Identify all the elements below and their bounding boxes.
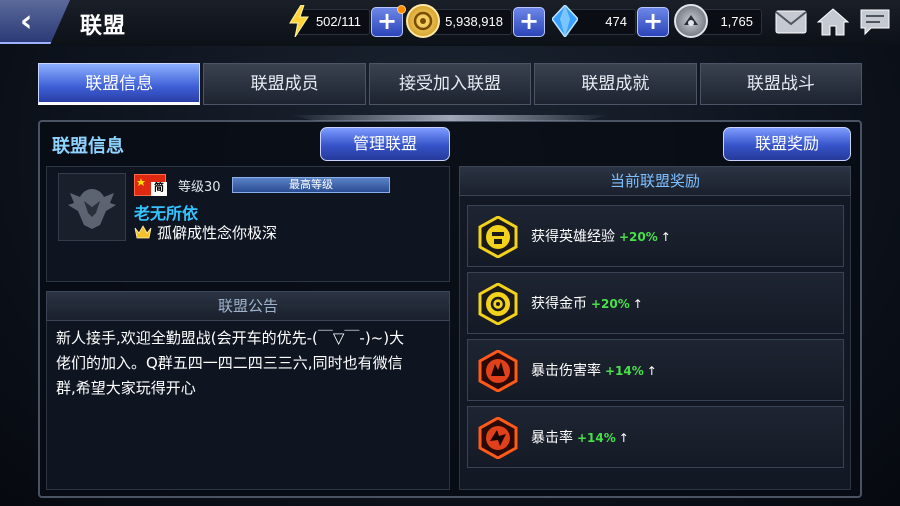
rewards-header: 当前联盟奖励: [459, 166, 851, 196]
gold-coin-icon: [477, 282, 519, 326]
up-arrow-icon: ↑: [646, 364, 657, 378]
hero-xp-icon: [477, 215, 519, 259]
mail-icon[interactable]: [774, 6, 808, 38]
crit-rate-icon: [477, 416, 519, 460]
chat-icon[interactable]: [858, 6, 892, 38]
gold-coin-icon: [406, 4, 440, 38]
eagle-emblem-icon: [68, 189, 116, 229]
stamina-value: 1,765: [720, 14, 753, 29]
tab-alliance-achievements[interactable]: 联盟成就: [534, 63, 697, 105]
reward-value: +20%: [591, 297, 630, 311]
announcement-header: 联盟公告: [46, 291, 450, 321]
reward-name: 获得金币: [531, 296, 587, 312]
up-arrow-icon: ↑: [618, 431, 629, 445]
tab-alliance-members[interactable]: 联盟成员: [203, 63, 366, 105]
reward-crit-rate: 暴击率 +14% ↑: [467, 406, 844, 468]
gold-value: 5,938,918: [445, 14, 503, 29]
add-gold-button[interactable]: +: [513, 7, 545, 37]
up-arrow-icon: ↑: [660, 230, 671, 244]
language-badge: 简: [151, 182, 167, 196]
crown-icon: [134, 224, 152, 239]
reward-label: 暴击率 +14% ↑: [531, 427, 629, 447]
tab-alliance-info[interactable]: 联盟信息: [38, 63, 201, 105]
level-progress-bar: 最高等级: [232, 177, 390, 193]
reward-value: +14%: [577, 431, 616, 445]
energy-value: 502/111: [315, 14, 361, 29]
reward-label: 暴击伤害率 +14% ↑: [531, 360, 657, 380]
up-arrow-icon: ↑: [632, 297, 643, 311]
reward-name: 暴击率: [531, 430, 573, 446]
leader-name: 孤僻成性念你极深: [157, 224, 278, 242]
reward-hero-xp: 获得英雄经验 +20% ↑: [467, 205, 844, 267]
reward-label: 获得金币 +20% ↑: [531, 293, 643, 313]
tab-accept-join[interactable]: 接受加入联盟: [368, 63, 532, 105]
reward-value: +20%: [619, 230, 658, 244]
reward-crit-damage: 暴击伤害率 +14% ↑: [467, 339, 844, 401]
add-crystal-button[interactable]: +: [637, 7, 669, 37]
announcement-text: 新人接手,欢迎全勤盟战(会开车的优先-(￣▽￣-)~)大 佬们的加入。Q群五四一…: [56, 329, 405, 397]
crit-damage-icon: [477, 349, 519, 393]
notification-dot: [397, 5, 406, 14]
alliance-emblem: [58, 173, 126, 241]
reward-gold: 获得金币 +20% ↑: [467, 272, 844, 334]
alliance-name: 老无所依: [134, 204, 199, 223]
reward-label: 获得英雄经验 +20% ↑: [531, 226, 671, 246]
stamina-icon: [674, 4, 708, 38]
reward-value: +14%: [605, 364, 644, 378]
home-icon[interactable]: [816, 6, 850, 38]
alliance-level: 等级30: [178, 180, 221, 195]
crystal-value: 474: [605, 14, 627, 29]
section-title: 联盟信息: [52, 136, 124, 157]
alliance-rewards-button[interactable]: 联盟奖励: [723, 127, 851, 161]
blue-crystal-icon: [548, 4, 582, 38]
reward-name: 暴击伤害率: [531, 363, 601, 379]
energy-bolt-icon: [286, 4, 312, 38]
reward-name: 获得英雄经验: [531, 229, 615, 245]
page-title: 联盟: [80, 14, 127, 39]
chevron-left-icon: ‹: [20, 4, 33, 39]
tab-bar: 联盟信息 联盟成员 接受加入联盟 联盟成就 联盟战斗: [38, 63, 863, 105]
panel-divider: [290, 115, 610, 121]
manage-alliance-button[interactable]: 管理联盟: [320, 127, 450, 161]
tab-alliance-battle[interactable]: 联盟战斗: [699, 63, 863, 105]
